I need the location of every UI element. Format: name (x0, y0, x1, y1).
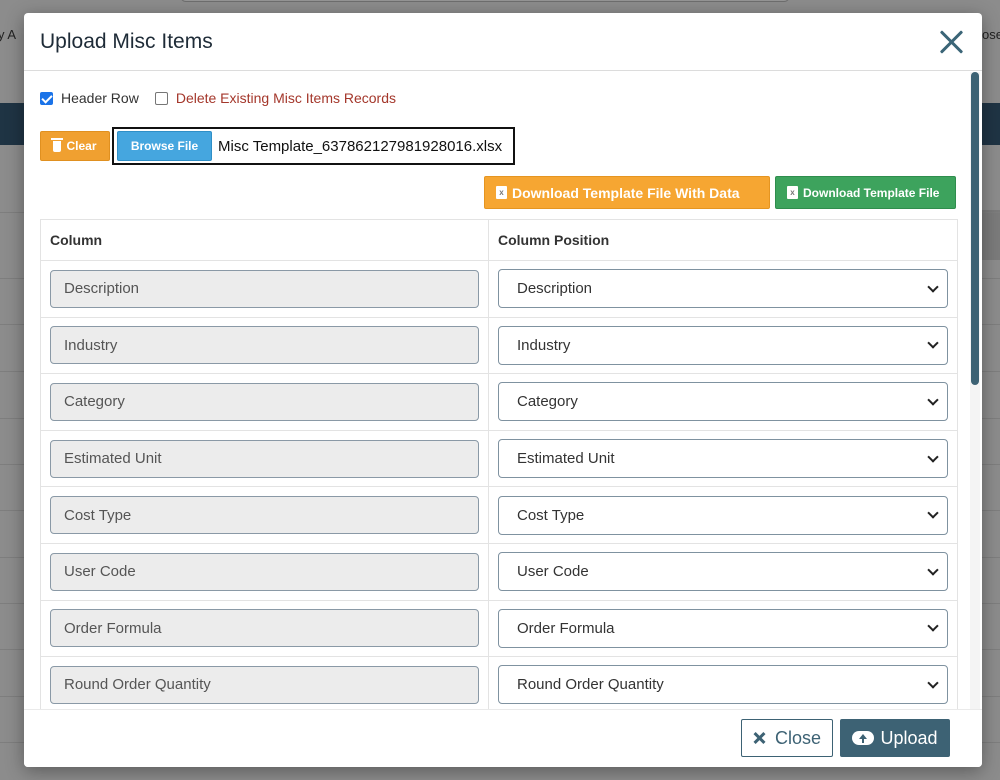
background-text: y A (0, 27, 17, 42)
close-icon (753, 732, 765, 744)
column-position-select[interactable]: Estimated Unit (498, 439, 948, 479)
select-value: Category (517, 393, 578, 411)
column-name-field: Round Order Quantity (50, 665, 479, 704)
modal-scrollbar-thumb[interactable] (971, 72, 979, 385)
table-row: Round Order Quantity Round Order Quantit… (40, 656, 958, 709)
select-value: User Code (517, 563, 589, 581)
background-scrollbar (982, 210, 1000, 260)
clear-button[interactable]: Clear (40, 131, 110, 161)
column-position-select[interactable]: Industry (498, 325, 948, 365)
table-row: Order Formula Order Formula (40, 599, 958, 658)
chevron-down-icon (927, 620, 939, 633)
chevron-down-icon (927, 677, 939, 689)
download-template-label: Download Template File (803, 185, 940, 200)
excel-file-icon: x (787, 186, 798, 199)
select-value: Industry (517, 336, 571, 354)
selected-file-name: Misc Template_637862127981928016.xlsx (218, 137, 503, 155)
excel-file-icon: x (496, 186, 507, 199)
upload-button-label: Upload (880, 727, 938, 748)
select-value: Estimated Unit (517, 450, 615, 468)
column-name-field: Cost Type (50, 496, 479, 535)
upload-button[interactable]: Upload (840, 719, 950, 757)
table-row: User Code User Code (40, 542, 958, 601)
chevron-down-icon (927, 564, 939, 576)
chevron-down-icon (927, 281, 939, 293)
browse-file-label: Browse File (130, 139, 199, 153)
column-position-header: Column Position (488, 219, 958, 261)
column-position-select[interactable]: Category (498, 382, 948, 422)
cloud-upload-icon (852, 731, 875, 745)
table-row: Description Description (40, 260, 958, 318)
chevron-down-icon (927, 337, 939, 350)
table-row: Industry Industry (40, 316, 958, 375)
column-name-field: Order Formula (50, 609, 479, 648)
select-value: Cost Type (517, 506, 585, 524)
trash-icon (51, 137, 64, 152)
download-buttons: x Download Template File With Data x Dow… (484, 176, 956, 209)
column-position-select[interactable]: Description (498, 269, 948, 309)
table-row: Cost Type Cost Type (40, 486, 958, 544)
column-position-select[interactable]: Round Order Quantity (498, 665, 948, 705)
delete-existing-checkbox[interactable] (154, 91, 168, 105)
select-value: Description (517, 280, 593, 298)
column-position-select[interactable]: User Code (498, 552, 948, 592)
table-row: Category Category (40, 373, 958, 431)
background-search-bar (180, 0, 790, 2)
header-row-checkbox[interactable] (40, 91, 53, 105)
column-name-field: Industry (50, 326, 479, 365)
download-template-button[interactable]: x Download Template File (775, 176, 956, 209)
chevron-down-icon (927, 507, 939, 519)
column-mapping-table: Column Column Position Description Descr… (40, 219, 958, 709)
upload-misc-items-modal: Upload Misc Items Header Row Delete Exis… (24, 13, 982, 767)
file-input-group: Browse File Misc Template_63786212798192… (112, 127, 516, 165)
chevron-down-icon (927, 394, 939, 406)
column-name-field: Category (50, 382, 479, 421)
modal-body: Header Row Delete Existing Misc Items Re… (24, 72, 982, 709)
clear-button-label: Clear (66, 139, 97, 153)
upload-options: Header Row Delete Existing Misc Items Re… (40, 90, 396, 106)
column-position-select[interactable]: Order Formula (498, 608, 948, 648)
modal-footer: Close Upload (24, 709, 982, 767)
background-text: ose (982, 27, 1000, 42)
table-row: Estimated Unit Estimated Unit (40, 429, 958, 488)
modal-title: Upload Misc Items (40, 29, 213, 53)
column-header: Column (40, 219, 489, 261)
column-name-field: Estimated Unit (50, 439, 479, 478)
download-with-data-label: Download Template File With Data (512, 184, 740, 201)
column-name-field: Description (50, 269, 479, 308)
chevron-down-icon (927, 450, 939, 463)
select-value: Round Order Quantity (517, 676, 664, 694)
table-header-row: Column Column Position (40, 219, 958, 261)
header-row-label: Header Row (61, 90, 139, 106)
file-picker-row: Clear Browse File Misc Template_63786212… (40, 127, 516, 165)
delete-existing-label: Delete Existing Misc Items Records (175, 90, 397, 106)
close-button-label: Close (774, 727, 822, 748)
download-template-with-data-button[interactable]: x Download Template File With Data (484, 176, 770, 209)
select-value: Order Formula (517, 619, 615, 637)
modal-header: Upload Misc Items (24, 13, 982, 71)
close-button[interactable]: Close (741, 719, 833, 757)
close-icon[interactable] (938, 29, 964, 55)
column-name-field: User Code (50, 552, 479, 591)
column-position-select[interactable]: Cost Type (498, 495, 948, 535)
browse-file-button[interactable]: Browse File (117, 131, 212, 161)
